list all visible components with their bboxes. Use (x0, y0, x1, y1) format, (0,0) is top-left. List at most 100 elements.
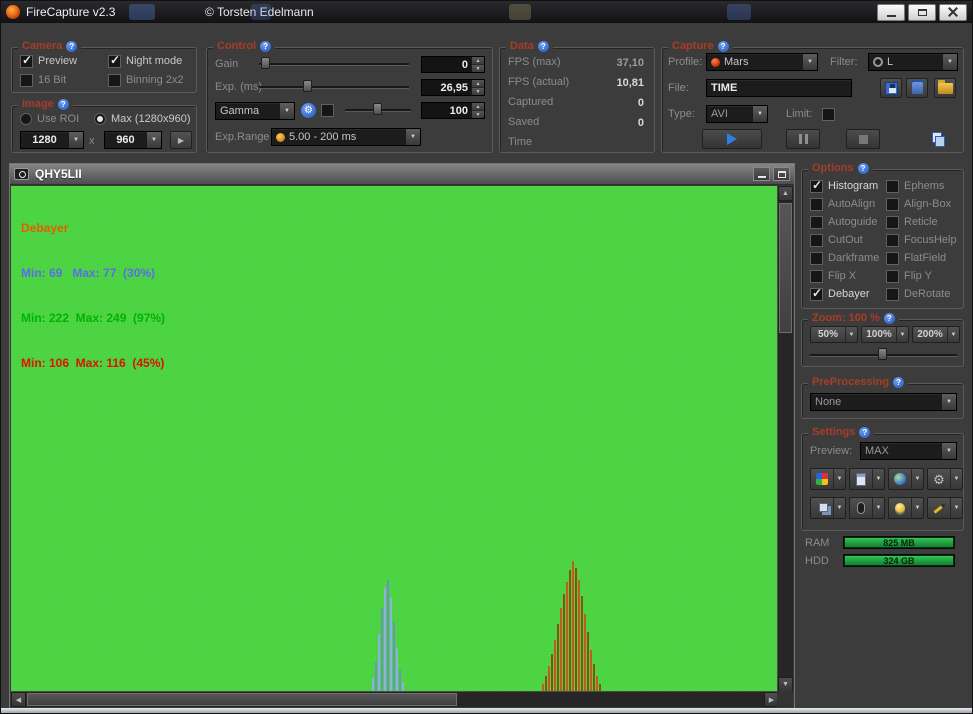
gamma-spinner[interactable]: 100 ▲ ▼ (421, 102, 485, 119)
gamma-slider[interactable] (345, 102, 411, 117)
exp-range-select[interactable]: 5.00 - 200 ms ▼ (271, 128, 421, 146)
exposure-spinner[interactable]: 26,95 ▲ ▼ (421, 79, 485, 96)
chevron-down-icon[interactable]: ▼ (146, 132, 161, 148)
browse-folder-button[interactable] (934, 78, 956, 98)
horizontal-scroll-thumb[interactable] (27, 693, 457, 706)
preview-minimize-button[interactable] (753, 167, 770, 181)
chevron-down-icon[interactable]: ▼ (279, 103, 294, 119)
reticle-checkbox[interactable] (886, 215, 899, 229)
chevron-down-icon[interactable]: ▼ (941, 394, 956, 410)
spin-down-icon[interactable]: ▼ (472, 64, 484, 72)
flipy-checkbox[interactable] (886, 269, 899, 283)
spin-up-icon[interactable]: ▲ (472, 57, 484, 64)
chevron-down-icon[interactable]: ▼ (950, 498, 962, 518)
zoom-200-button[interactable]: 200% ▼ (912, 326, 960, 343)
debayer-checkbox[interactable] (810, 286, 823, 301)
help-icon[interactable]: ? (537, 40, 549, 52)
delete-file-button[interactable] (906, 78, 928, 98)
chevron-down-icon[interactable]: ▼ (941, 443, 956, 459)
chevron-down-icon[interactable]: ▼ (911, 498, 923, 518)
pause-capture-button[interactable] (786, 129, 820, 149)
maximize-button[interactable] (908, 3, 936, 21)
spin-up-icon[interactable]: ▲ (472, 103, 484, 110)
vertical-scroll-thumb[interactable] (779, 203, 792, 333)
chevron-down-icon[interactable]: ▼ (68, 132, 83, 148)
save-settings-button[interactable] (880, 78, 902, 98)
chevron-down-icon[interactable]: ▼ (947, 327, 959, 342)
alignbox-checkbox[interactable] (886, 197, 899, 211)
apply-resolution-button[interactable]: ▶ (170, 131, 192, 149)
cutout-checkbox[interactable] (810, 233, 823, 247)
exposure-slider-thumb[interactable] (303, 80, 312, 92)
help-icon[interactable]: ? (893, 376, 905, 388)
file-name-input[interactable]: TIME (706, 79, 852, 97)
gain-slider-thumb[interactable] (261, 57, 270, 69)
max-resolution-radio[interactable] (94, 113, 106, 125)
layers-settings-button[interactable]: ▼ (810, 497, 846, 519)
capture-type-select[interactable]: AVI ▼ (706, 105, 768, 123)
gear-settings-button[interactable]: ⚙ ▼ (927, 468, 963, 490)
help-icon[interactable]: ? (260, 40, 272, 52)
stop-capture-button[interactable] (846, 129, 880, 149)
help-icon[interactable]: ? (883, 312, 895, 324)
color-settings-button[interactable]: ▼ (810, 468, 846, 490)
derotate-checkbox[interactable] (886, 287, 899, 301)
darkframe-checkbox[interactable] (810, 251, 823, 265)
chevron-down-icon[interactable]: ▼ (802, 54, 817, 70)
gain-slider[interactable] (259, 56, 409, 71)
chevron-down-icon[interactable]: ▼ (872, 469, 884, 489)
chevron-down-icon[interactable]: ▼ (911, 469, 923, 489)
image-height-select[interactable]: 960 ▼ (104, 131, 162, 149)
use-roi-radio[interactable] (20, 113, 32, 125)
chevron-down-icon[interactable]: ▼ (872, 498, 884, 518)
night-mode-checkbox[interactable] (108, 53, 121, 68)
exposure-slider[interactable] (259, 79, 409, 94)
chevron-down-icon[interactable]: ▼ (896, 327, 908, 342)
chevron-down-icon[interactable]: ▼ (833, 469, 845, 489)
close-button[interactable] (939, 3, 967, 21)
binning-checkbox[interactable] (108, 73, 121, 87)
preview-maximize-button[interactable] (773, 167, 790, 181)
scroll-up-icon[interactable]: ▲ (778, 186, 793, 201)
help-icon[interactable]: ? (857, 162, 869, 174)
log-settings-button[interactable]: ▼ (849, 468, 885, 490)
autoguide-checkbox[interactable] (810, 215, 823, 229)
spin-down-icon[interactable]: ▼ (472, 87, 484, 95)
gain-spinner[interactable]: 0 ▲ ▼ (421, 56, 485, 73)
horizontal-scrollbar[interactable]: ◀ ▶ (11, 691, 779, 707)
chevron-down-icon[interactable]: ▼ (845, 327, 857, 342)
minimize-button[interactable] (877, 3, 905, 21)
chevron-down-icon[interactable]: ▼ (950, 469, 962, 489)
window-titlebar[interactable]: FireCapture v2.3 © Torsten Edelmann (1, 1, 972, 23)
preview-checkbox[interactable] (20, 53, 33, 68)
gamma-settings-button[interactable]: ⚙ (301, 102, 316, 118)
profile-select[interactable]: Mars ▼ (706, 53, 818, 71)
zoom-slider-thumb[interactable] (878, 348, 887, 360)
gamma-checkbox[interactable] (321, 103, 334, 117)
flipx-checkbox[interactable] (810, 269, 823, 283)
chevron-down-icon[interactable]: ▼ (942, 54, 957, 70)
limit-checkbox[interactable] (822, 107, 835, 121)
preview-window-titlebar[interactable]: QHY5LII (10, 164, 794, 185)
ephems-checkbox[interactable] (886, 179, 899, 193)
preview-image[interactable]: Debayer Min: 69 Max: 77 (30%) Min: 222 M… (11, 186, 779, 692)
scroll-left-icon[interactable]: ◀ (11, 692, 26, 707)
gamma-select[interactable]: Gamma ▼ (215, 102, 295, 120)
mouse-settings-button[interactable]: ▼ (849, 497, 885, 519)
help-icon[interactable]: ? (717, 40, 729, 52)
16bit-checkbox[interactable] (20, 73, 33, 87)
light-settings-button[interactable]: ▼ (888, 497, 924, 519)
focushelp-checkbox[interactable] (886, 233, 899, 247)
spin-down-icon[interactable]: ▼ (472, 110, 484, 118)
image-width-select[interactable]: 1280 ▼ (20, 131, 84, 149)
histogram-checkbox[interactable] (810, 178, 823, 193)
zoom-50-button[interactable]: 50% ▼ (810, 326, 858, 343)
spin-up-icon[interactable]: ▲ (472, 80, 484, 87)
flatfield-checkbox[interactable] (886, 251, 899, 265)
zoom-100-button[interactable]: 100% ▼ (861, 326, 909, 343)
help-icon[interactable]: ? (66, 40, 78, 52)
vertical-scrollbar[interactable]: ▲ ▼ (777, 186, 793, 692)
preprocessing-select[interactable]: None ▼ (810, 393, 957, 411)
filter-select[interactable]: L ▼ (868, 53, 958, 71)
help-icon[interactable]: ? (859, 426, 871, 438)
